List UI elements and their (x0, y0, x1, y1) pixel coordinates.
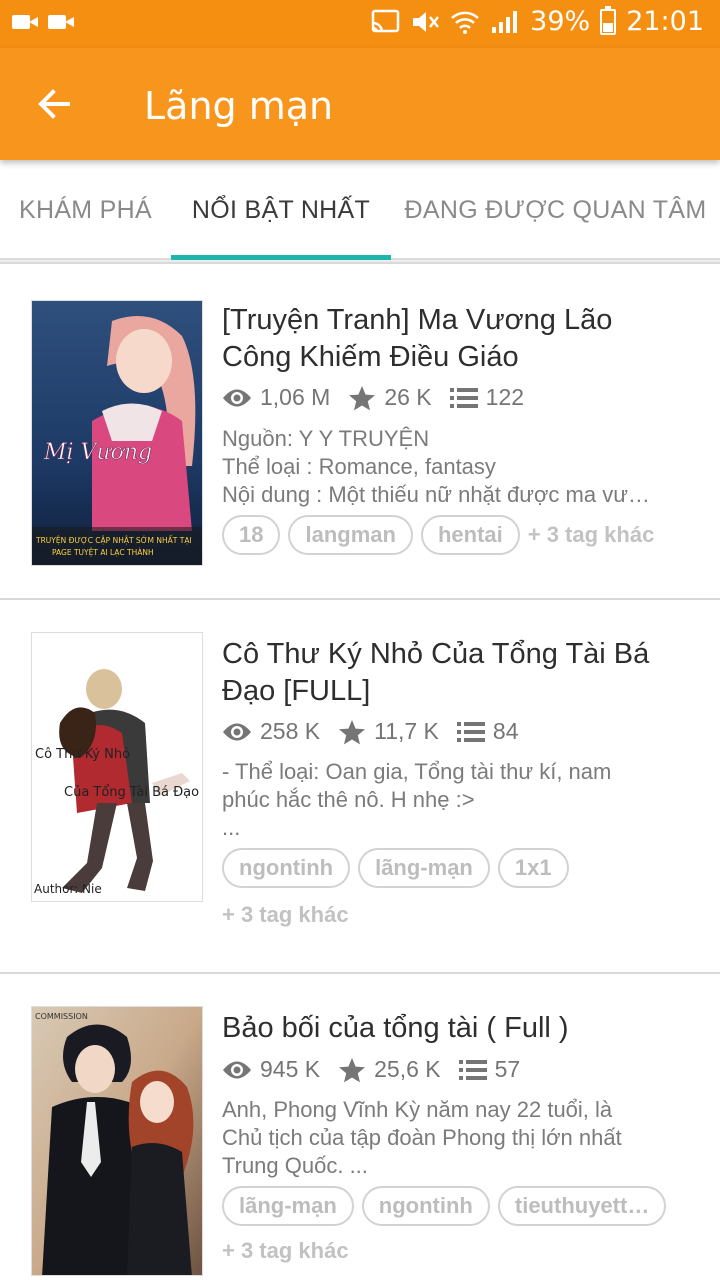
more-tags-link[interactable]: + 3 tag khác (222, 1238, 349, 1264)
tag-chip[interactable]: 18 (222, 515, 281, 555)
story-title[interactable]: Bảo bối của tổng tài ( Full ) (222, 1010, 692, 1047)
story-card[interactable]: Mị Vương TRUYỆN ĐƯỢC CẬP NHẬT SỚM NHẤT T… (0, 262, 720, 598)
tab-indicator (171, 255, 391, 260)
list-icon (458, 1059, 487, 1080)
desc-line: - Thể loại: Oan gia, Tổng tài thư kí, na… (222, 759, 612, 784)
desc-line: Nguồn: Y Y TRUYỆN (222, 426, 430, 451)
status-bar: 39% 21:01 (0, 0, 720, 48)
eye-icon (223, 389, 251, 406)
list-icon (456, 721, 485, 742)
cover-caption: TRUYỆN ĐƯỢC CẬP NHẬT SỚM NHẤT TẠI (35, 535, 192, 545)
chapters-stat: 122 (449, 384, 525, 411)
tab-bar: KHÁM PHÁ NỔI BẬT NHẤT ĐANG ĐƯỢC QUAN TÂM (0, 160, 720, 260)
page-title: Lãng mạn (144, 84, 334, 128)
story-title-line: Bảo bối của tổng tài ( Full ) (222, 1012, 569, 1044)
story-card[interactable]: Cô Thư Ký Nhỏ Của Tổng Tài Bá Đạo Author… (0, 598, 720, 972)
views-stat: 945 K (222, 1056, 320, 1083)
cover-author: Author: Nie (34, 882, 102, 896)
views-count: 258 K (260, 718, 321, 744)
signal-icon (492, 10, 518, 33)
desc-line: Anh, Phong Vĩnh Kỳ năm nay 22 tuổi, là (222, 1097, 613, 1122)
tag-chip[interactable]: lãng-mạn (222, 1186, 354, 1226)
cover-title-text: Mị Vương (43, 440, 152, 465)
story-title-line: Đạo [FULL] (222, 675, 371, 707)
cover-title-text: Của Tổng Tài Bá Đạo (64, 785, 199, 800)
eye-icon (223, 723, 251, 740)
chapters-count: 57 (494, 1056, 521, 1082)
story-stats: 258 K 11,7 K 84 (222, 718, 537, 745)
story-cover-image[interactable]: Cô Thư Ký Nhỏ Của Tổng Tài Bá Đạo Author… (31, 632, 203, 902)
star-icon (349, 385, 376, 410)
tag-list: 18 langman hentai + 3 tag khác (222, 515, 654, 555)
rating-stat: 26 K (348, 384, 432, 411)
clock: 21:01 (626, 6, 704, 37)
battery-icon (600, 5, 617, 35)
tag-chip[interactable]: 1x1 (497, 848, 569, 888)
story-card[interactable]: COMMISSION Bảo bối của tổng tài ( Full )… (0, 972, 720, 1280)
more-tags-link[interactable]: + 3 tag khác (528, 522, 655, 548)
views-count: 1,06 M (260, 384, 331, 410)
story-title[interactable]: [Truyện Tranh] Ma Vương Lão Công Khiếm Đ… (222, 302, 692, 376)
chapters-stat: 84 (456, 718, 519, 745)
tag-chip[interactable]: ngontinh (361, 1186, 490, 1226)
story-title-line: Công Khiếm Điều Giáo (222, 341, 519, 373)
story-stats: 945 K 25,6 K 57 (222, 1056, 538, 1083)
story-title-line: [Truyện Tranh] Ma Vương Lão (222, 304, 613, 336)
arrow-back-icon (38, 89, 70, 119)
wifi-icon (451, 11, 480, 34)
tab-kham-pha[interactable]: KHÁM PHÁ (0, 160, 171, 260)
rating-stat: 11,7 K (338, 718, 439, 745)
views-stat: 1,06 M (222, 384, 330, 411)
desc-line: phúc hắc thê nô. H nhẹ :> (222, 787, 475, 812)
story-cover-image[interactable]: COMMISSION (31, 1006, 203, 1276)
cover-caption: COMMISSION (35, 1012, 88, 1021)
app-bar: Lãng mạn (0, 48, 720, 160)
desc-line: Thể loại : Romance, fantasy (222, 454, 496, 479)
story-description: - Thể loại: Oan gia, Tổng tài thư kí, na… (222, 758, 684, 842)
chapters-count: 84 (492, 718, 519, 744)
chapters-count: 122 (485, 384, 525, 410)
desc-line: Chủ tịch của tập đoàn Phong thị lớn nhất (222, 1125, 622, 1150)
back-button[interactable] (26, 76, 82, 132)
rating-count: 25,6 K (374, 1056, 441, 1082)
tag-list: ngontinh lãng-mạn 1x1 (222, 848, 577, 888)
eye-icon (223, 1061, 251, 1078)
story-stats: 1,06 M 26 K 122 (222, 384, 542, 411)
rating-count: 26 K (384, 384, 432, 410)
views-stat: 258 K (222, 718, 320, 745)
list-icon (449, 387, 478, 408)
desc-line: Trung Quốc. ... (222, 1153, 368, 1178)
desc-line: ... (222, 815, 241, 840)
mute-icon (413, 11, 440, 32)
cover-caption: PAGE TUYỆT AI LẠC THÀNH (52, 548, 154, 557)
tab-dang-duoc-quan-tam[interactable]: ĐANG ĐƯỢC QUAN TÂM (391, 160, 720, 260)
cast-icon (371, 9, 400, 32)
video-camera-icon (48, 12, 74, 32)
tag-chip[interactable]: lãng-mạn (358, 848, 490, 888)
tag-list: lãng-mạn ngontinh tieuthuyett… (222, 1186, 674, 1226)
tag-chip[interactable]: ngontinh (222, 848, 351, 888)
views-count: 945 K (260, 1056, 321, 1082)
story-cover-image[interactable]: Mị Vương TRUYỆN ĐƯỢC CẬP NHẬT SỚM NHẤT T… (31, 300, 203, 566)
rating-stat: 25,6 K (338, 1056, 441, 1083)
tab-noi-bat-nhat[interactable]: NỔI BẬT NHẤT (171, 160, 391, 260)
chapters-stat: 57 (458, 1056, 521, 1083)
desc-line: Nội dung : Một thiếu nữ nhặt được ma vư… (222, 482, 650, 507)
video-camera-icon (12, 12, 38, 32)
battery-percent: 39% (530, 6, 591, 37)
story-title-line: Cô Thư Ký Nhỏ Của Tổng Tài Bá (222, 638, 650, 670)
story-title[interactable]: Cô Thư Ký Nhỏ Của Tổng Tài Bá Đạo [FULL] (222, 636, 692, 710)
tag-chip[interactable]: tieuthuyett… (497, 1186, 667, 1226)
tag-chip[interactable]: hentai (420, 515, 520, 555)
story-description: Nguồn: Y Y TRUYỆN Thể loại : Romance, fa… (222, 425, 684, 509)
story-description: Anh, Phong Vĩnh Kỳ năm nay 22 tuổi, là C… (222, 1096, 684, 1180)
more-tags-link[interactable]: + 3 tag khác (222, 902, 349, 928)
star-icon (339, 719, 366, 744)
tag-chip[interactable]: langman (288, 515, 413, 555)
star-icon (339, 1057, 366, 1082)
rating-count: 11,7 K (374, 718, 439, 744)
cover-title-text: Cô Thư Ký Nhỏ (35, 747, 130, 762)
